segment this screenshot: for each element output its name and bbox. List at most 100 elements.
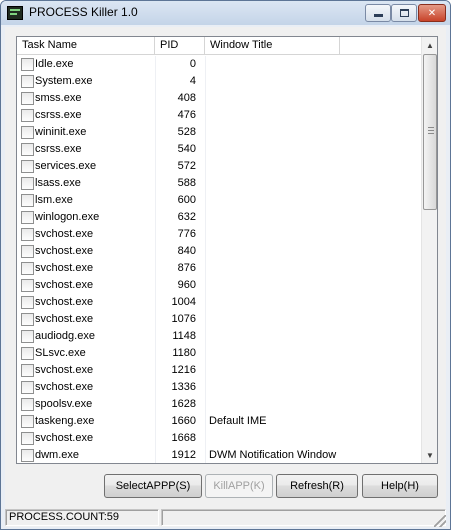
row-checkbox[interactable] xyxy=(21,58,34,71)
row-checkbox[interactable] xyxy=(21,194,34,207)
window-title-cell xyxy=(209,90,409,107)
table-row[interactable]: smss.exe 408 xyxy=(17,90,422,107)
table-row[interactable]: wininit.exe 528 xyxy=(17,124,422,141)
task-name-cell: dwm.exe xyxy=(35,449,80,461)
size-grip-icon[interactable] xyxy=(434,515,446,527)
scroll-down-arrow-icon[interactable]: ▼ xyxy=(422,447,437,463)
window-title-cell xyxy=(209,294,409,311)
row-checkbox[interactable] xyxy=(21,279,34,292)
table-row[interactable]: services.exe 572 xyxy=(17,158,422,175)
table-row[interactable]: svchost.exe 840 xyxy=(17,243,422,260)
task-name-cell: taskeng.exe xyxy=(35,415,95,427)
maximize-button[interactable] xyxy=(391,4,417,22)
table-row[interactable]: svchost.exe 776 xyxy=(17,226,422,243)
row-checkbox[interactable] xyxy=(21,381,34,394)
column-header-pid[interactable]: PID xyxy=(155,37,205,55)
table-row[interactable]: svchost.exe 1076 xyxy=(17,311,422,328)
table-row[interactable]: winlogon.exe 632 xyxy=(17,209,422,226)
row-checkbox[interactable] xyxy=(21,109,34,122)
app-icon[interactable] xyxy=(7,6,23,20)
list-body: Idle.exe 0 System.exe 4 smss.exe 408 csrss.exe… xyxy=(17,56,422,463)
scroll-up-arrow-icon[interactable]: ▲ xyxy=(422,37,437,53)
row-checkbox[interactable] xyxy=(21,160,34,173)
pid-cell: 540 xyxy=(177,143,196,155)
row-checkbox[interactable] xyxy=(21,262,34,275)
row-checkbox[interactable] xyxy=(21,143,34,156)
table-row[interactable]: Idle.exe 0 xyxy=(17,56,422,73)
table-row[interactable]: SLsvc.exe 1180 xyxy=(17,345,422,362)
task-name-cell: SLsvc.exe xyxy=(35,347,86,359)
title-bar[interactable]: PROCESS Killer 1.0 ✕ xyxy=(1,1,450,25)
scrollbar-thumb[interactable] xyxy=(423,54,437,210)
table-row[interactable]: audiodg.exe 1148 xyxy=(17,328,422,345)
row-checkbox[interactable] xyxy=(21,330,34,343)
row-checkbox[interactable] xyxy=(21,211,34,224)
pid-cell: 1076 xyxy=(171,313,196,325)
task-name-cell: audiodg.exe xyxy=(35,330,95,342)
row-checkbox[interactable] xyxy=(21,75,34,88)
window-title-cell xyxy=(209,362,409,379)
pid-cell: 476 xyxy=(177,109,196,121)
close-button[interactable]: ✕ xyxy=(418,4,446,22)
table-row[interactable]: dwm.exe 1912 DWM Notification Window xyxy=(17,447,422,463)
pid-cell: 840 xyxy=(177,245,196,257)
row-checkbox[interactable] xyxy=(21,177,34,190)
table-row[interactable]: System.exe 4 xyxy=(17,73,422,90)
row-checkbox[interactable] xyxy=(21,313,34,326)
kill-app-button[interactable]: KillAPP(K) xyxy=(205,474,273,498)
row-checkbox[interactable] xyxy=(21,296,34,309)
maximize-icon xyxy=(399,9,409,17)
window-title-cell xyxy=(209,158,409,175)
window-title-cell xyxy=(209,430,409,447)
task-name-cell: spoolsv.exe xyxy=(35,398,93,410)
row-checkbox[interactable] xyxy=(21,432,34,445)
task-name-cell: svchost.exe xyxy=(35,279,94,291)
table-row[interactable]: svchost.exe 876 xyxy=(17,260,422,277)
column-header-task-name[interactable]: Task Name xyxy=(17,37,155,55)
table-row[interactable]: svchost.exe 1004 xyxy=(17,294,422,311)
row-checkbox[interactable] xyxy=(21,449,34,462)
row-checkbox[interactable] xyxy=(21,228,34,241)
table-row[interactable]: svchost.exe 1336 xyxy=(17,379,422,396)
table-row[interactable]: spoolsv.exe 1628 xyxy=(17,396,422,413)
row-checkbox[interactable] xyxy=(21,126,34,139)
task-name-cell: lsm.exe xyxy=(35,194,73,206)
help-button[interactable]: Help(H) xyxy=(362,474,438,498)
process-list[interactable]: Task Name PID Window Title Idle.exe 0 Syst… xyxy=(16,36,438,464)
row-checkbox[interactable] xyxy=(21,415,34,428)
window-title-cell xyxy=(209,260,409,277)
window-title-cell xyxy=(209,56,409,73)
table-row[interactable]: csrss.exe 476 xyxy=(17,107,422,124)
minimize-button[interactable] xyxy=(365,4,391,22)
vertical-scrollbar[interactable]: ▲ ▼ xyxy=(421,37,437,463)
window-title-cell xyxy=(209,328,409,345)
list-header: Task Name PID Window Title xyxy=(17,37,422,55)
task-name-cell: svchost.exe xyxy=(35,245,94,257)
window-title-cell: DWM Notification Window xyxy=(209,449,337,461)
table-row[interactable]: csrss.exe 540 xyxy=(17,141,422,158)
refresh-button[interactable]: Refresh(R) xyxy=(276,474,358,498)
table-row[interactable]: svchost.exe 960 xyxy=(17,277,422,294)
row-checkbox[interactable] xyxy=(21,92,34,105)
window-title-cell xyxy=(209,226,409,243)
pid-cell: 1668 xyxy=(171,432,196,444)
row-checkbox[interactable] xyxy=(21,364,34,377)
table-row[interactable]: lsass.exe 588 xyxy=(17,175,422,192)
pid-cell: 876 xyxy=(177,262,196,274)
table-row[interactable]: svchost.exe 1668 xyxy=(17,430,422,447)
row-checkbox[interactable] xyxy=(21,398,34,411)
task-name-cell: smss.exe xyxy=(35,92,82,104)
task-name-cell: System.exe xyxy=(35,75,93,87)
select-app-button[interactable]: SelectAPPP(S) xyxy=(104,474,202,498)
table-row[interactable]: svchost.exe 1216 xyxy=(17,362,422,379)
row-checkbox[interactable] xyxy=(21,245,34,258)
column-header-window-title[interactable]: Window Title xyxy=(205,37,340,55)
window-title-cell xyxy=(209,277,409,294)
table-row[interactable]: taskeng.exe 1660 Default IME xyxy=(17,413,422,430)
pid-cell: 4 xyxy=(189,75,196,87)
window-title: PROCESS Killer 1.0 xyxy=(29,5,138,19)
table-row[interactable]: lsm.exe 600 xyxy=(17,192,422,209)
window-title-cell xyxy=(209,396,409,413)
row-checkbox[interactable] xyxy=(21,347,34,360)
pid-cell: 632 xyxy=(177,211,196,223)
